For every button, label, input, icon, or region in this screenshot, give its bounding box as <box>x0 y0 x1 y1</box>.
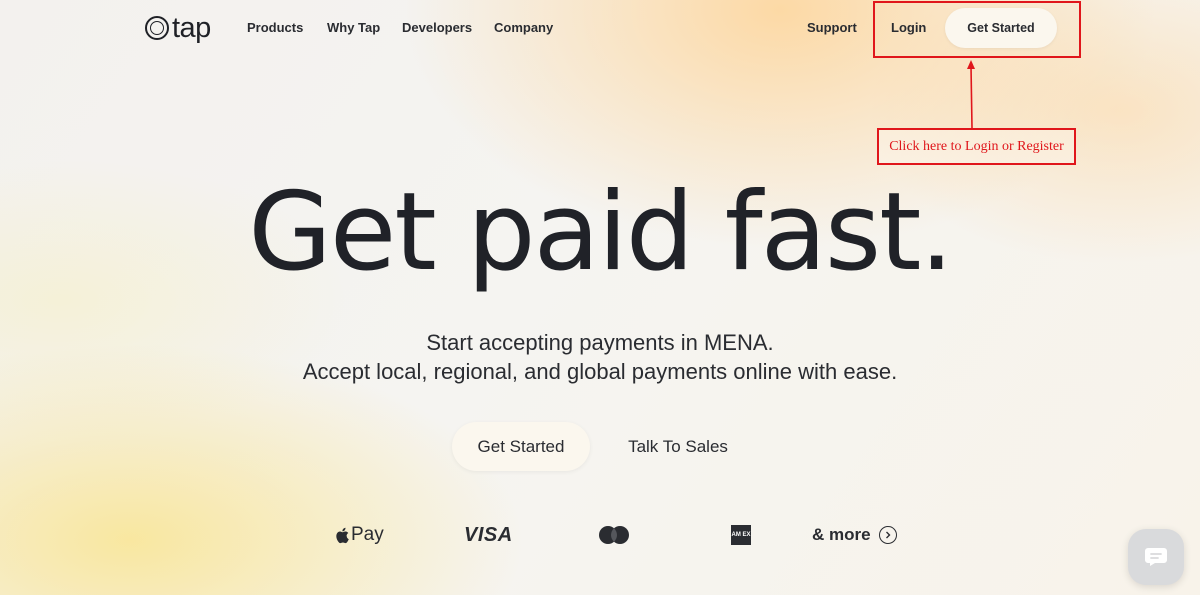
hero-title: Get paid fast. <box>248 170 954 295</box>
visa-logo: VISA <box>464 523 513 546</box>
apple-icon <box>336 527 349 543</box>
mastercard-icon <box>598 522 630 548</box>
amex-text: AM EX <box>731 525 751 545</box>
hero-subtitle-line2: Accept local, regional, and global payme… <box>302 359 898 384</box>
nav-support[interactable]: Support <box>807 20 857 35</box>
hero-subtitle-line1: Start accepting payments in MENA. <box>426 330 774 355</box>
annotation-highlight-box <box>873 1 1081 58</box>
tap-logo-icon <box>145 16 169 40</box>
nav-company[interactable]: Company <box>494 20 553 35</box>
apple-pay-text: Pay <box>351 524 384 545</box>
annotation-arrow-icon <box>967 60 975 129</box>
nav-developers[interactable]: Developers <box>402 20 472 35</box>
more-label: & more <box>812 525 871 544</box>
tap-logo-text: tap <box>172 11 211 44</box>
chevron-right-circle-icon <box>878 526 897 544</box>
tap-logo[interactable]: tap <box>145 12 211 44</box>
chat-icon <box>1145 548 1167 566</box>
nav-why-tap[interactable]: Why Tap <box>327 20 380 35</box>
apple-pay-logo: Pay <box>335 522 384 548</box>
more-payment-methods-link[interactable]: & more <box>812 522 897 548</box>
get-started-hero-button[interactable]: Get Started <box>452 422 590 471</box>
annotation-label: Click here to Login or Register <box>877 128 1076 165</box>
nav-products[interactable]: Products <box>247 20 303 35</box>
amex-icon: AM EX <box>731 522 751 548</box>
talk-to-sales-button[interactable]: Talk To Sales <box>612 422 744 471</box>
chat-button[interactable] <box>1128 529 1184 585</box>
